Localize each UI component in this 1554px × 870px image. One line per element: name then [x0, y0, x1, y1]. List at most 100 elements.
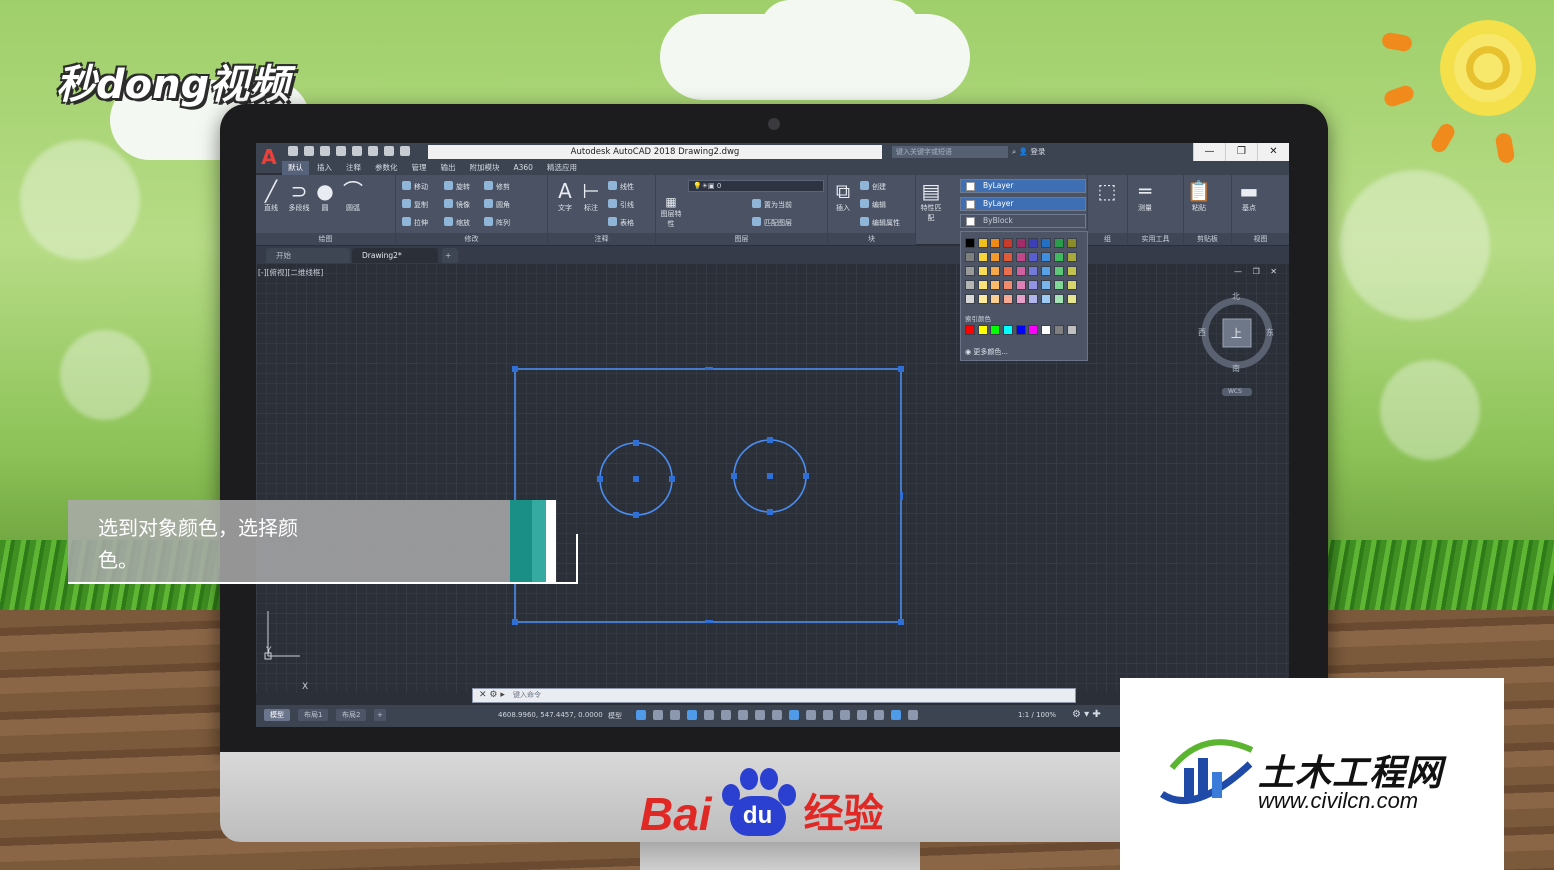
leader-tool[interactable]: 引线 — [608, 199, 634, 210]
circle-entity-right[interactable] — [731, 437, 809, 515]
color-swatch[interactable] — [1015, 266, 1026, 276]
index-color-swatch[interactable] — [977, 325, 988, 335]
grid-toggle-icon[interactable] — [636, 710, 646, 720]
viewcube[interactable] — [1201, 297, 1273, 396]
viewcube-east[interactable]: 东 — [1266, 327, 1274, 338]
lineweight-icon[interactable] — [772, 710, 782, 720]
application-menu-button[interactable]: A — [256, 143, 282, 173]
tab-a360[interactable]: A360 — [508, 161, 539, 175]
color-swatch[interactable] — [965, 252, 975, 262]
color-swatch[interactable] — [1015, 280, 1026, 290]
color-swatch[interactable] — [1041, 294, 1052, 304]
groups-panel-label[interactable]: 组 — [1088, 233, 1127, 245]
color-swatch[interactable] — [990, 266, 1001, 276]
tab-annotate[interactable]: 注释 — [340, 161, 367, 175]
utilities-panel-label[interactable]: 实用工具 — [1128, 233, 1183, 245]
measure-tool[interactable]: ═ 测量 — [1132, 179, 1158, 213]
line-tool[interactable]: ╱ 直线 — [258, 179, 284, 213]
polar-toggle-icon[interactable] — [704, 710, 714, 720]
color-swatch[interactable] — [1028, 252, 1039, 262]
selection-filter-icon[interactable] — [857, 710, 867, 720]
color-swatch[interactable] — [1015, 238, 1026, 248]
clipboard-panel-label[interactable]: 剪贴板 — [1184, 233, 1231, 245]
close-command-line-icon[interactable]: ✕ ⚙ ▸ — [479, 689, 505, 702]
array-tool[interactable]: 阵列 — [484, 217, 510, 228]
draw-panel-label[interactable]: 绘图 — [256, 233, 395, 245]
tab-insert[interactable]: 插入 — [311, 161, 338, 175]
command-input[interactable]: 键入命令 — [513, 691, 541, 699]
isodraft-icon[interactable] — [721, 710, 731, 720]
login-area[interactable]: ⌕ 👤 登录 — [1012, 145, 1162, 159]
base-point-tool[interactable]: ▬ 基点 — [1236, 179, 1262, 213]
osnap-tracking-icon[interactable] — [738, 710, 748, 720]
new-tab-icon[interactable]: + — [442, 248, 458, 263]
polyline-tool[interactable]: ⊃ 多段线 — [286, 179, 312, 213]
scale-tool[interactable]: 缩放 — [444, 217, 470, 228]
match-layer-tool[interactable]: 匹配图层 — [752, 217, 792, 228]
color-option-bylayer[interactable]: ByLayer — [960, 197, 1086, 211]
index-color-swatch[interactable] — [1003, 325, 1014, 335]
color-swatch[interactable] — [965, 294, 975, 304]
color-swatch[interactable] — [1066, 280, 1077, 290]
color-swatch[interactable] — [1028, 294, 1039, 304]
auto-scale-icon[interactable] — [908, 710, 918, 720]
close-button[interactable]: ✕ — [1257, 143, 1289, 161]
paste-tool[interactable]: 📋 粘贴 — [1186, 179, 1212, 213]
dynamic-input-icon[interactable] — [687, 710, 697, 720]
current-layer-dropdown[interactable]: 💡☀▣ 0 — [688, 180, 824, 192]
color-swatch[interactable] — [1003, 280, 1014, 290]
color-swatch[interactable] — [1041, 266, 1052, 276]
color-swatch[interactable] — [1028, 238, 1039, 248]
circle-tool[interactable]: ● 圆 — [312, 179, 338, 213]
color-swatch[interactable] — [1003, 294, 1014, 304]
color-swatch[interactable] — [1003, 238, 1014, 248]
tab-output[interactable]: 输出 — [435, 161, 462, 175]
tab-model[interactable]: 模型 — [264, 709, 290, 721]
color-swatch[interactable] — [1066, 238, 1077, 248]
layers-panel-label[interactable]: 图层 — [656, 233, 827, 245]
color-swatch[interactable] — [990, 238, 1001, 248]
annotation-scale[interactable]: 1:1 / 100% — [1018, 711, 1056, 719]
tab-start[interactable]: 开始 — [266, 248, 350, 263]
edit-block-tool[interactable]: 编辑 — [860, 199, 886, 210]
color-combo[interactable]: ByLayer — [960, 179, 1086, 193]
drawing-canvas[interactable] — [256, 263, 1289, 693]
command-line[interactable]: ✕ ⚙ ▸ 键入命令 — [472, 688, 1076, 703]
edit-attributes-tool[interactable]: 编辑属性 — [860, 217, 900, 228]
model-space-toggle[interactable]: 模型 — [608, 711, 622, 721]
color-swatch[interactable] — [965, 238, 975, 248]
qat-dropdown-icon[interactable] — [400, 146, 410, 156]
transparency-icon[interactable] — [789, 710, 799, 720]
annotation-panel-label[interactable]: 注释 — [548, 233, 655, 245]
color-swatch[interactable] — [1053, 238, 1064, 248]
rectangle-entity[interactable] — [512, 366, 904, 625]
snap-toggle-icon[interactable] — [653, 710, 663, 720]
color-swatch[interactable] — [965, 266, 975, 276]
save-icon[interactable] — [320, 146, 330, 156]
color-swatch[interactable] — [1053, 280, 1064, 290]
color-swatch[interactable] — [1041, 252, 1052, 262]
color-swatch[interactable] — [1003, 252, 1014, 262]
color-swatch[interactable] — [990, 252, 1001, 262]
color-swatch[interactable] — [990, 294, 1001, 304]
group-tool[interactable]: ⬚ — [1094, 179, 1120, 203]
color-swatch[interactable] — [965, 280, 975, 290]
circle-entity-left[interactable] — [597, 440, 675, 518]
tab-parametric[interactable]: 参数化 — [369, 161, 404, 175]
dynamic-ucs-icon[interactable] — [840, 710, 850, 720]
dimension-tool[interactable]: ⊢ 标注 — [578, 179, 604, 213]
redo-icon[interactable] — [384, 146, 394, 156]
viewcube-north[interactable]: 北 — [1232, 291, 1240, 302]
create-block-tool[interactable]: 创建 — [860, 181, 886, 192]
color-swatch[interactable] — [1015, 252, 1026, 262]
rotate-tool[interactable]: 旋转 — [444, 181, 470, 192]
color-swatch[interactable] — [1066, 252, 1077, 262]
undo-icon[interactable] — [368, 146, 378, 156]
color-swatch[interactable] — [1028, 280, 1039, 290]
viewcube-west[interactable]: 西 — [1198, 327, 1206, 338]
viewcube-top-face[interactable]: 上 — [1231, 325, 1242, 341]
index-color-swatch[interactable] — [1015, 325, 1026, 335]
new-file-icon[interactable] — [288, 146, 298, 156]
tab-featured-apps[interactable]: 精选应用 — [541, 161, 583, 175]
table-tool[interactable]: 表格 — [608, 217, 634, 228]
